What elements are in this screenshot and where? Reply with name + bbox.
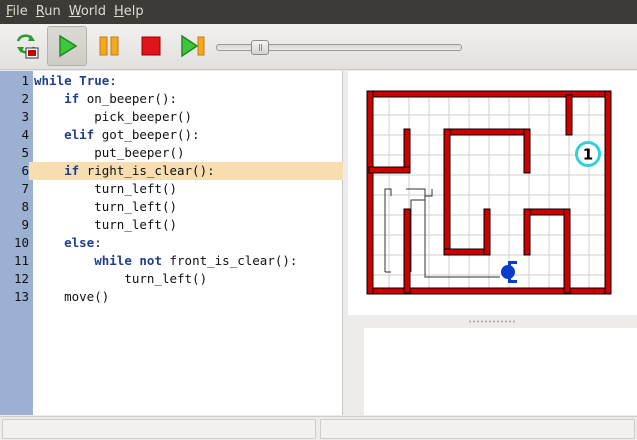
maze-wall [366, 90, 612, 98]
speed-slider-thumb[interactable] [251, 40, 270, 55]
reload-world-icon [16, 34, 39, 59]
code-line[interactable]: 6 if right_is_clear(): [0, 162, 343, 180]
beeper: 1 [575, 141, 601, 167]
menu-world[interactable]: World [65, 0, 110, 24]
line-number: 1 [0, 72, 29, 90]
code-text: if on_beeper(): [64, 91, 178, 106]
menu-file[interactable]: File [2, 0, 32, 24]
code-line[interactable]: 10 else: [0, 234, 343, 252]
line-number: 6 [0, 162, 29, 180]
stop-button[interactable] [131, 26, 171, 66]
code-text: if right_is_clear(): [64, 163, 215, 178]
beeper-count: 1 [583, 146, 593, 164]
maze-wall [403, 128, 411, 172]
output-panel [348, 328, 637, 415]
robot-trail [384, 188, 500, 278]
code-text: elif got_beeper(): [64, 127, 200, 142]
maze-wall [565, 94, 573, 136]
maze-wall [523, 208, 531, 256]
splitter-grip [468, 320, 516, 323]
maze-wall [368, 166, 411, 174]
code-text: turn_left() [124, 271, 208, 286]
code-line[interactable]: 8 turn_left() [0, 198, 343, 216]
maze-wall [523, 128, 531, 174]
code-text: turn_left() [94, 181, 178, 196]
maze-wall [443, 128, 451, 256]
code-line[interactable]: 5 put_beeper() [0, 144, 343, 162]
line-number: 3 [0, 108, 29, 126]
code-line[interactable]: 2 if on_beeper(): [0, 90, 343, 108]
code-line[interactable]: 1 while True: [0, 72, 343, 90]
code-editor[interactable]: 1 while True: 2 if on_beeper(): 3 pick_beep… [0, 71, 343, 415]
line-number: 7 [0, 180, 29, 198]
code-line[interactable]: 9 turn_left() [0, 216, 343, 234]
step-icon [181, 34, 205, 58]
line-number: 13 [0, 288, 29, 306]
line-number: 2 [0, 90, 29, 108]
line-number: 9 [0, 216, 29, 234]
code-line[interactable]: 3 pick_beeper() [0, 108, 343, 126]
play-icon [59, 34, 78, 58]
code-text: turn_left() [94, 217, 178, 232]
code-text: while not front_is_clear(): [94, 253, 298, 268]
status-field-left [2, 419, 316, 439]
status-field-right [320, 419, 635, 439]
code-line[interactable]: 7 turn_left() [0, 180, 343, 198]
line-number: 4 [0, 126, 29, 144]
line-number: 10 [0, 234, 29, 252]
status-bar [0, 416, 637, 440]
line-number: 12 [0, 270, 29, 288]
robot-icon [501, 261, 517, 283]
horizontal-splitter[interactable] [348, 315, 637, 328]
code-line[interactable]: 11 while not front_is_clear(): [0, 252, 343, 270]
pause-icon [99, 36, 119, 56]
toolbar [0, 24, 637, 70]
code-line[interactable]: 12 turn_left() [0, 270, 343, 288]
maze-wall [563, 208, 571, 294]
maze-wall [523, 208, 571, 216]
code-line[interactable]: 13 move() [0, 288, 343, 306]
maze-wall [443, 248, 491, 256]
maze-wall [443, 128, 531, 136]
code-text: put_beeper() [94, 145, 185, 160]
maze-wall [403, 208, 411, 294]
step-button[interactable] [173, 26, 213, 66]
code-line[interactable]: 4 elif got_beeper(): [0, 126, 343, 144]
menu-run[interactable]: Run [32, 0, 65, 24]
line-number: 8 [0, 198, 29, 216]
code-text: move() [64, 289, 110, 304]
reload-world-button[interactable] [6, 26, 46, 66]
maze-wall [483, 208, 491, 256]
menu-bar: File Run World Help [0, 0, 637, 24]
code-text: while True: [34, 73, 117, 88]
pause-button[interactable] [89, 26, 129, 66]
code-text: pick_beeper() [94, 109, 193, 124]
maze-wall [366, 90, 374, 295]
stop-icon [141, 36, 161, 56]
line-number: 5 [0, 144, 29, 162]
code-text: else: [64, 235, 102, 250]
world-canvas: 1 [366, 90, 612, 295]
maze-wall [604, 90, 612, 295]
menu-help[interactable]: Help [110, 0, 148, 24]
world-view: 1 [348, 71, 637, 315]
line-number: 11 [0, 252, 29, 270]
speed-slider[interactable] [216, 40, 462, 55]
code-text: turn_left() [94, 199, 178, 214]
run-button[interactable] [47, 26, 87, 66]
